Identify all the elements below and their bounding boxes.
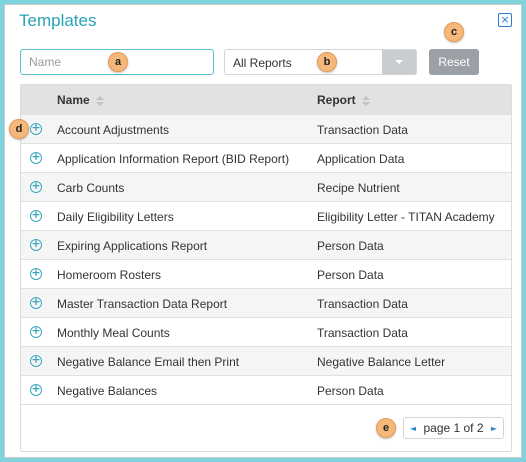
table-row[interactable]: + Expiring Applications Report Person Da… <box>21 231 511 260</box>
table-row[interactable]: + Monthly Meal Counts Transaction Data <box>21 318 511 347</box>
expand-plus-icon[interactable]: + <box>30 383 42 396</box>
expand-plus-icon[interactable]: + <box>30 267 42 280</box>
table-row[interactable]: + Homeroom Rosters Person Data <box>21 260 511 289</box>
callout-badge-d: d <box>9 119 29 139</box>
expand-plus-icon[interactable]: + <box>30 325 42 338</box>
row-report: Person Data <box>317 384 384 398</box>
row-name: Master Transaction Data Report <box>57 297 228 311</box>
row-name: Monthly Meal Counts <box>57 326 170 340</box>
row-name: Expiring Applications Report <box>57 239 208 253</box>
expand-plus-icon[interactable]: + <box>30 296 42 309</box>
page-indicator: page 1 of 2 <box>423 421 484 435</box>
row-name: Negative Balances <box>57 384 158 398</box>
expand-plus-icon[interactable]: + <box>30 151 42 164</box>
table-row[interactable]: + Application Information Report (BID Re… <box>21 144 511 173</box>
reset-button[interactable]: Reset <box>429 49 479 75</box>
callout-badge-b: b <box>317 52 337 72</box>
table-row[interactable]: + Daily Eligibility Letters Eligibility … <box>21 202 511 231</box>
pagination: ◄ page 1 of 2 ► <box>403 417 504 439</box>
column-header-report-label: Report <box>317 93 356 107</box>
chevron-down-icon[interactable] <box>382 50 416 74</box>
row-report: Transaction Data <box>317 326 408 340</box>
close-icon[interactable]: × <box>498 13 512 27</box>
sort-icon[interactable] <box>361 95 370 106</box>
column-header-name[interactable]: Name <box>57 93 104 107</box>
templates-table: Name Report + Account Adjustments Transa… <box>20 84 512 452</box>
report-select-value: All Reports <box>233 56 292 70</box>
expand-plus-icon[interactable]: + <box>30 238 42 251</box>
row-report: Negative Balance Letter <box>317 355 446 369</box>
row-report: Transaction Data <box>317 123 408 137</box>
row-report: Recipe Nutrient <box>317 181 400 195</box>
table-row[interactable]: + Negative Balance Email then Print Nega… <box>21 347 511 376</box>
expand-plus-icon[interactable]: + <box>30 354 42 367</box>
sort-icon[interactable] <box>95 95 104 106</box>
expand-plus-icon[interactable]: + <box>30 122 42 135</box>
expand-plus-icon[interactable]: + <box>30 180 42 193</box>
table-row[interactable]: + Carb Counts Recipe Nutrient <box>21 173 511 202</box>
row-report: Transaction Data <box>317 297 408 311</box>
callout-badge-e: e <box>376 418 396 438</box>
row-name: Negative Balance Email then Print <box>57 355 240 369</box>
dialog-title: Templates <box>19 11 97 30</box>
next-page-icon[interactable]: ► <box>485 424 503 433</box>
expand-plus-icon[interactable]: + <box>30 209 42 222</box>
row-name: Daily Eligibility Letters <box>57 210 174 224</box>
row-report: Person Data <box>317 268 384 282</box>
row-name: Account Adjustments <box>57 123 170 137</box>
callout-badge-c: c <box>444 22 464 42</box>
table-header: Name Report <box>21 85 511 115</box>
column-header-report[interactable]: Report <box>317 93 370 107</box>
row-report: Person Data <box>317 239 384 253</box>
row-name: Application Information Report (BID Repo… <box>57 152 290 166</box>
prev-page-icon[interactable]: ◄ <box>404 424 422 433</box>
column-header-name-label: Name <box>57 93 90 107</box>
templates-dialog: Templates × a All Reports b Reset c Name… <box>4 4 522 458</box>
row-name: Homeroom Rosters <box>57 268 162 282</box>
row-report: Application Data <box>317 152 405 166</box>
table-row[interactable]: + Account Adjustments Transaction Data <box>21 115 511 144</box>
callout-badge-a: a <box>108 52 128 72</box>
table-row[interactable]: + Master Transaction Data Report Transac… <box>21 289 511 318</box>
row-name: Carb Counts <box>57 181 125 195</box>
row-report: Eligibility Letter - TITAN Academy <box>317 210 495 224</box>
table-row[interactable]: + Negative Balances Person Data <box>21 376 511 405</box>
